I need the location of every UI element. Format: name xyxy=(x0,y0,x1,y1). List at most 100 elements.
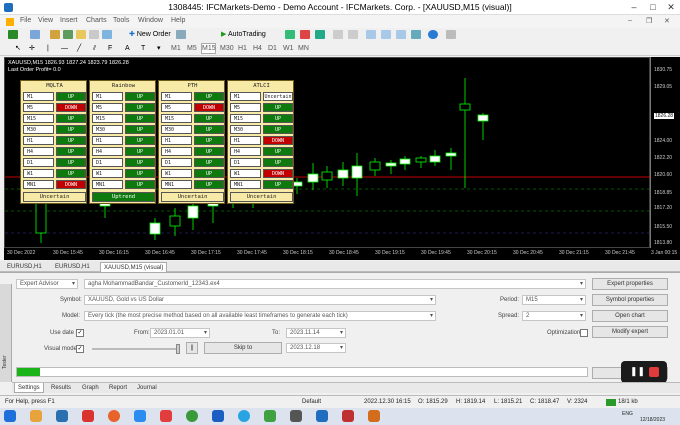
menu-window[interactable]: Window xyxy=(138,17,163,24)
expert-select[interactable]: agha MohammadBandar_CustomerId_12343.ex4 xyxy=(84,279,586,289)
zoom-out-icon[interactable] xyxy=(348,30,358,39)
minimize-child-icon[interactable]: – xyxy=(628,17,632,24)
word-icon[interactable] xyxy=(212,410,224,422)
channel-icon[interactable]: ⫽ xyxy=(92,43,102,54)
fibo-icon[interactable]: F xyxy=(107,43,117,54)
auto-scroll-icon[interactable] xyxy=(381,30,391,39)
use-date-checkbox[interactable]: ✓ xyxy=(76,329,84,337)
chart-shift-icon[interactable] xyxy=(396,30,406,39)
excel-icon[interactable] xyxy=(264,410,276,422)
edge-icon[interactable] xyxy=(134,410,146,422)
horizontal-line-icon[interactable]: — xyxy=(60,43,70,54)
new-chart-icon[interactable] xyxy=(8,30,18,39)
strategy-tester-icon[interactable] xyxy=(102,30,112,39)
tf-m1[interactable]: M1 xyxy=(170,43,182,54)
period-select[interactable]: M15 xyxy=(522,295,586,305)
templates-icon[interactable] xyxy=(446,30,456,39)
modify-expert-button[interactable]: Modify expert xyxy=(592,326,668,338)
metatrader-icon[interactable] xyxy=(316,410,328,422)
periods-icon[interactable] xyxy=(428,30,438,39)
price-chart[interactable]: XAUUSD,M15 1826.93 1827.24 1823.79 1826.… xyxy=(4,57,651,248)
label-icon[interactable]: T xyxy=(140,43,150,54)
menu-tools[interactable]: Tools xyxy=(113,17,129,24)
tab-report[interactable]: Report xyxy=(106,383,130,393)
tf-m15[interactable]: M15 xyxy=(201,43,216,54)
skip-to-button[interactable]: Skip to xyxy=(204,342,282,354)
close-child-icon[interactable]: ✕ xyxy=(664,17,670,25)
market-watch-icon[interactable] xyxy=(50,30,60,39)
app-icon-14[interactable] xyxy=(368,410,380,422)
autotrading-button[interactable]: ▶ AutoTrading xyxy=(220,29,272,40)
indicators-icon[interactable] xyxy=(411,30,421,39)
maximize-icon[interactable]: □ xyxy=(645,1,661,14)
visual-mode-checkbox[interactable]: ✓ xyxy=(76,345,84,353)
spread-select[interactable]: 2 xyxy=(522,311,586,321)
tab-graph[interactable]: Graph xyxy=(79,383,102,393)
open-chart-button[interactable]: Open chart xyxy=(592,310,668,322)
zoom-in-icon[interactable] xyxy=(333,30,343,39)
tf-h1[interactable]: H1 xyxy=(237,43,249,54)
cursor-icon[interactable]: ↖ xyxy=(14,43,24,54)
optimization-checkbox[interactable] xyxy=(580,329,588,337)
bar-chart-icon[interactable] xyxy=(285,30,295,39)
profiles-icon[interactable] xyxy=(30,30,40,39)
tester-side-tab[interactable]: Tester xyxy=(0,284,12,382)
chart-menu-icon[interactable] xyxy=(6,18,14,26)
tf-m30[interactable]: M30 xyxy=(219,43,234,54)
tester-type-select[interactable]: Expert Advisor xyxy=(16,279,78,289)
tab-journal[interactable]: Journal xyxy=(134,383,160,393)
minimize-icon[interactable]: – xyxy=(626,1,642,14)
tile-windows-icon[interactable] xyxy=(366,30,376,39)
recorder-pause-icon[interactable]: ❚❚ xyxy=(630,366,645,377)
tf-h4[interactable]: H4 xyxy=(252,43,264,54)
metaeditor-icon[interactable] xyxy=(176,30,186,39)
chart-tab-xauusd-visual[interactable]: XAUUSD,M15 (visual) xyxy=(100,262,168,272)
model-select[interactable]: Every tick (the most precise method base… xyxy=(84,311,436,321)
start-icon[interactable] xyxy=(4,410,16,422)
terminal-icon[interactable] xyxy=(89,30,99,39)
app-icon-2[interactable] xyxy=(56,410,68,422)
text-icon[interactable]: A xyxy=(124,43,134,54)
tf-w1[interactable]: W1 xyxy=(282,43,294,54)
navigator-icon[interactable] xyxy=(76,30,86,39)
recorder-stop-icon[interactable] xyxy=(649,367,659,377)
speed-slider-thumb[interactable] xyxy=(176,344,180,354)
chart-tab-eurusd-h1[interactable]: EURUSD,H1 xyxy=(4,262,45,272)
tf-mn[interactable]: MN xyxy=(297,43,309,54)
telegram-icon[interactable] xyxy=(238,410,250,422)
expert-properties-button[interactable]: Expert properties xyxy=(592,278,668,290)
restore-child-icon[interactable]: ❐ xyxy=(646,17,652,25)
data-window-icon[interactable] xyxy=(63,30,73,39)
speed-slider[interactable] xyxy=(92,344,180,354)
close-icon[interactable]: ✕ xyxy=(663,1,679,14)
new-order-button[interactable]: ✚ New Order xyxy=(128,29,172,40)
app-icon-11[interactable] xyxy=(290,410,302,422)
candles-icon[interactable] xyxy=(300,30,310,39)
arrows-icon[interactable]: ▾ xyxy=(156,43,166,54)
explorer-icon[interactable] xyxy=(30,410,42,422)
firefox-icon[interactable] xyxy=(108,410,120,422)
chrome-icon[interactable] xyxy=(186,410,198,422)
tf-d1[interactable]: D1 xyxy=(267,43,279,54)
pause-button[interactable]: || xyxy=(186,342,198,354)
skip-date-field[interactable]: 2023.12.18 xyxy=(286,343,346,353)
app-icon-13[interactable] xyxy=(342,410,354,422)
menu-help[interactable]: Help xyxy=(171,17,185,24)
trendline-icon[interactable]: ╱ xyxy=(76,43,86,54)
menu-view[interactable]: View xyxy=(38,17,53,24)
app-icon-6[interactable] xyxy=(160,410,172,422)
to-date-field[interactable]: 2023.11.14 xyxy=(286,328,346,338)
menu-file[interactable]: File xyxy=(20,17,31,24)
line-chart-icon[interactable] xyxy=(315,30,325,39)
vertical-line-icon[interactable]: | xyxy=(46,43,56,54)
menu-charts[interactable]: Charts xyxy=(86,17,107,24)
from-date-field[interactable]: 2023.01.01 xyxy=(150,328,210,338)
tf-m5[interactable]: M5 xyxy=(186,43,198,54)
menu-insert[interactable]: Insert xyxy=(60,17,78,24)
app-icon-3[interactable] xyxy=(82,410,94,422)
tab-settings[interactable]: Settings xyxy=(14,383,44,393)
symbol-select[interactable]: XAUUSD, Gold vs US Dollar xyxy=(84,295,436,305)
symbol-properties-button[interactable]: Symbol properties xyxy=(592,294,668,306)
tab-results[interactable]: Results xyxy=(48,383,74,393)
chart-tab-eurusd-h1-2[interactable]: EURUSD,H1 xyxy=(52,262,93,272)
